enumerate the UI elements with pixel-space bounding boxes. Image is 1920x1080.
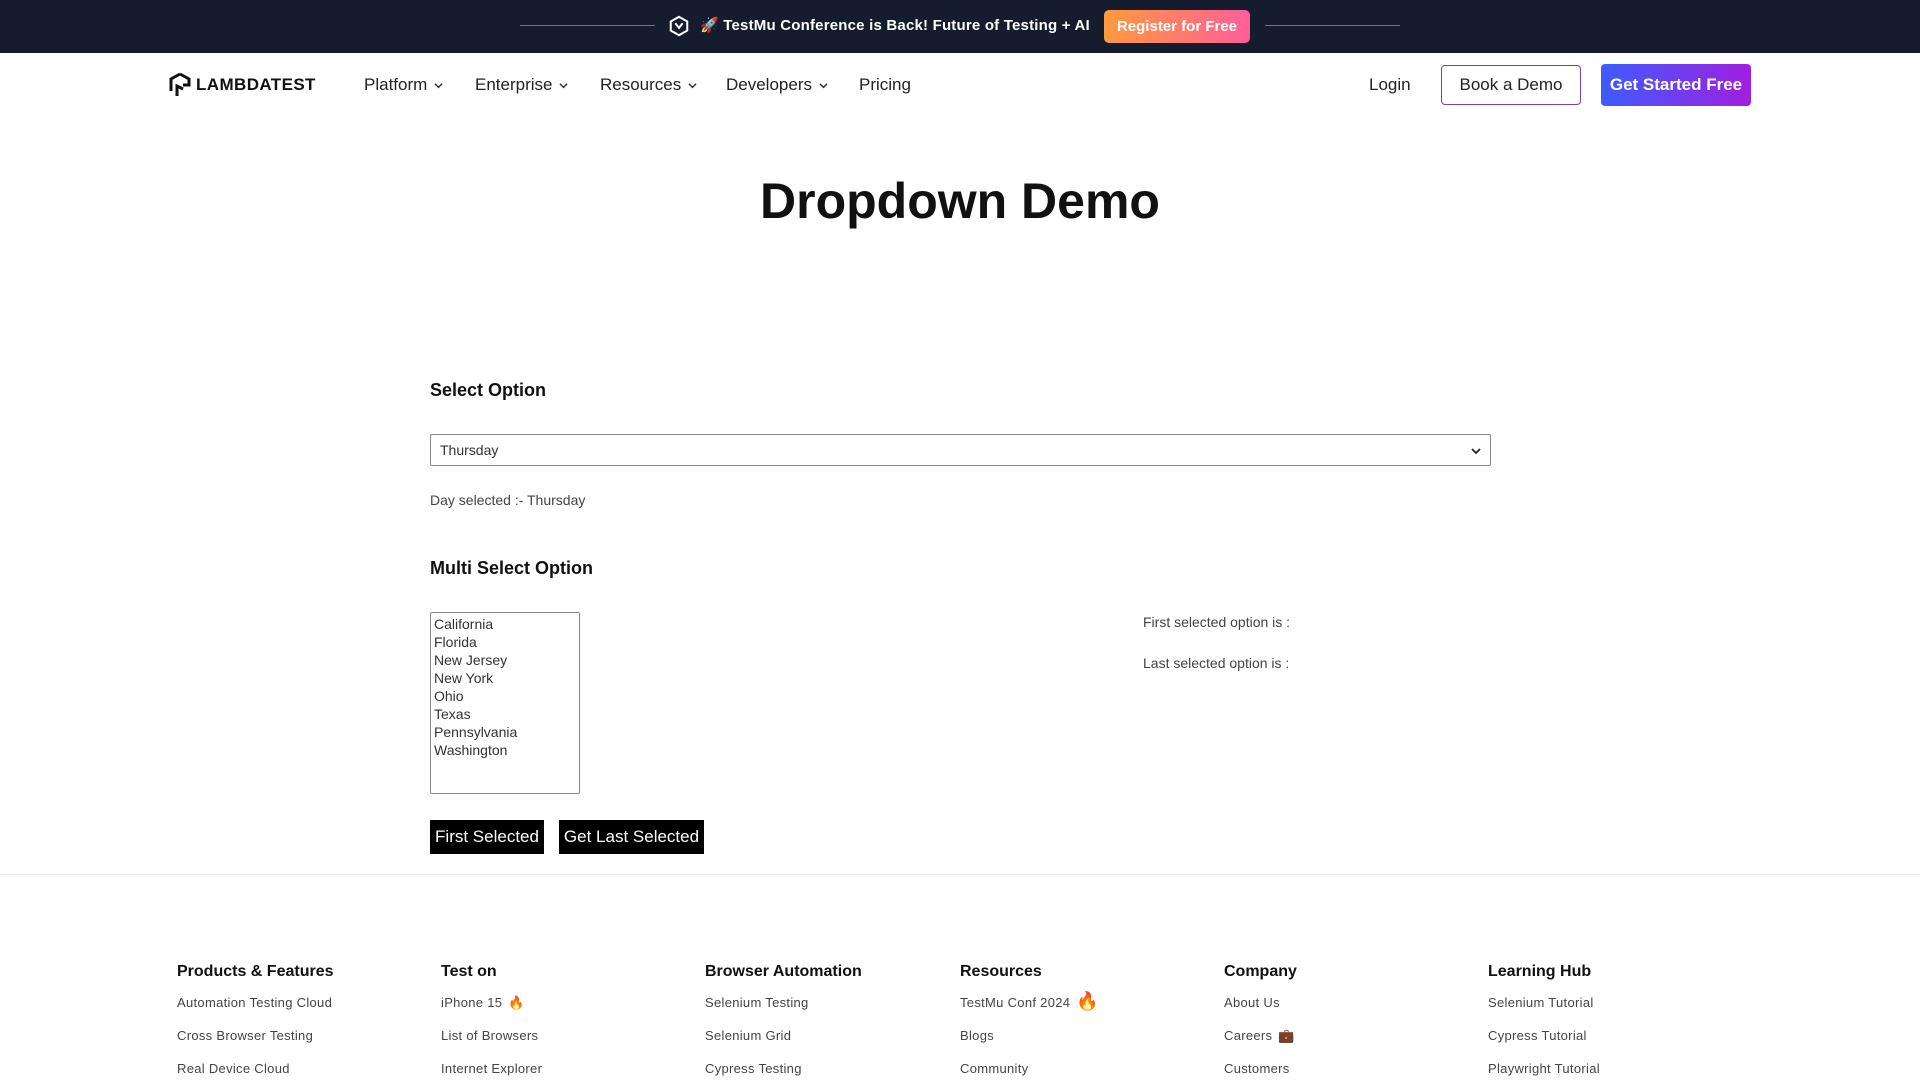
chevron-down-icon bbox=[1471, 448, 1481, 455]
list-option-new-york[interactable]: New York bbox=[431, 669, 579, 687]
lambdatest-logo-icon bbox=[669, 15, 689, 37]
top-navigation: LAMBDATEST Platform Enterprise Resources… bbox=[0, 53, 1920, 117]
states-multi-select[interactable]: California Florida New Jersey New York O… bbox=[430, 612, 580, 794]
chevron-down-icon bbox=[559, 82, 569, 88]
lambdatest-brand-icon bbox=[169, 72, 191, 96]
last-selected-text: Last selected option is : bbox=[1143, 655, 1290, 671]
list-option-texas[interactable]: Texas bbox=[431, 705, 579, 723]
footer-heading: Learning Hub bbox=[1488, 963, 1592, 980]
first-selected-text: First selected option is : bbox=[1143, 614, 1291, 630]
footer-column-learning-hub: Learning Hub Selenium Tutorial Cypress T… bbox=[1488, 963, 1600, 1080]
footer-link[interactable]: Blogs bbox=[960, 1028, 1099, 1061]
select-option-heading: Select Option bbox=[430, 380, 547, 400]
footer-heading: Resources bbox=[960, 963, 1042, 980]
nav-platform[interactable]: Platform bbox=[364, 75, 443, 95]
footer-link-careers[interactable]: Careers 💼 bbox=[1224, 1028, 1297, 1061]
footer-link[interactable]: Internet Explorer bbox=[441, 1061, 542, 1080]
list-option-washington[interactable]: Washington bbox=[431, 741, 579, 759]
footer-link[interactable]: Cypress Tutorial bbox=[1488, 1028, 1600, 1061]
list-option-california[interactable]: California bbox=[431, 615, 579, 633]
day-selected-text: Day selected :- Thursday bbox=[430, 492, 586, 508]
footer-column-test-on: Test on iPhone 15 🔥 List of Browsers Int… bbox=[441, 963, 542, 1080]
footer-heading: Browser Automation bbox=[705, 963, 862, 980]
list-option-new-jersey[interactable]: New Jersey bbox=[431, 651, 579, 669]
first-selected-button[interactable]: First Selected bbox=[430, 820, 544, 854]
list-option-ohio[interactable]: Ohio bbox=[431, 687, 579, 705]
footer-link[interactable]: Community bbox=[960, 1061, 1099, 1080]
footer-link-testmu[interactable]: TestMu Conf 2024 🔥 bbox=[960, 991, 1099, 1028]
day-select[interactable]: Thursday bbox=[430, 434, 1491, 466]
register-button[interactable]: Register for Free bbox=[1104, 10, 1250, 43]
chevron-down-icon bbox=[819, 82, 828, 88]
chevron-down-icon bbox=[434, 82, 443, 88]
footer-heading: Company bbox=[1224, 963, 1297, 980]
footer-link[interactable]: Real Device Cloud bbox=[177, 1061, 333, 1080]
get-started-button[interactable]: Get Started Free bbox=[1601, 64, 1751, 106]
day-select-value: Thursday bbox=[440, 442, 499, 458]
announcement-divider-right bbox=[1265, 25, 1400, 26]
announcement-bar: 🚀 TestMu Conference is Back! Future of T… bbox=[0, 0, 1920, 53]
brand-logo[interactable]: LAMBDATEST bbox=[168, 72, 316, 98]
book-demo-button[interactable]: Book a Demo bbox=[1441, 65, 1581, 105]
footer-link-label: TestMu Conf 2024 bbox=[960, 995, 1071, 1010]
footer-link-iphone[interactable]: iPhone 15 🔥 bbox=[441, 995, 542, 1028]
footer-link[interactable]: List of Browsers bbox=[441, 1028, 542, 1061]
page-title: Dropdown Demo bbox=[760, 173, 1160, 229]
nav-developers[interactable]: Developers bbox=[726, 75, 828, 95]
footer-link-label: iPhone 15 bbox=[441, 995, 503, 1010]
announcement-text: 🚀 TestMu Conference is Back! Future of T… bbox=[700, 17, 1090, 34]
fire-icon: 🔥 bbox=[1076, 991, 1100, 1011]
footer-link-label: Careers bbox=[1224, 1028, 1273, 1043]
list-option-pennsylvania[interactable]: Pennsylvania bbox=[431, 723, 579, 741]
nav-platform-label: Platform bbox=[364, 75, 428, 94]
list-option-florida[interactable]: Florida bbox=[431, 633, 579, 651]
footer-link[interactable]: Selenium Testing bbox=[705, 995, 862, 1028]
footer: Products & Features Automation Testing C… bbox=[0, 874, 1920, 1080]
fire-icon: 🔥 bbox=[508, 995, 525, 1010]
brand-name: LAMBDATEST bbox=[196, 75, 316, 94]
footer-link[interactable]: Customers bbox=[1224, 1061, 1297, 1080]
chevron-down-icon bbox=[688, 82, 697, 88]
footer-link[interactable]: Playwright Tutorial bbox=[1488, 1061, 1600, 1080]
nav-enterprise-label: Enterprise bbox=[475, 75, 553, 94]
footer-column-company: Company About Us Careers 💼 Customers bbox=[1224, 963, 1297, 1080]
get-last-selected-button[interactable]: Get Last Selected bbox=[559, 820, 704, 854]
nav-pricing-label: Pricing bbox=[859, 75, 911, 94]
nav-developers-label: Developers bbox=[726, 75, 812, 94]
footer-link[interactable]: Selenium Tutorial bbox=[1488, 995, 1600, 1028]
nav-resources-label: Resources bbox=[600, 75, 682, 94]
footer-column-products: Products & Features Automation Testing C… bbox=[177, 963, 333, 1080]
multi-select-heading: Multi Select Option bbox=[430, 558, 594, 578]
footer-column-resources: Resources TestMu Conf 2024 🔥 Blogs Commu… bbox=[960, 963, 1099, 1080]
briefcase-icon: 💼 bbox=[1278, 1028, 1295, 1043]
footer-link[interactable]: Cross Browser Testing bbox=[177, 1028, 333, 1061]
footer-link[interactable]: About Us bbox=[1224, 995, 1297, 1028]
nav-pricing[interactable]: Pricing bbox=[859, 75, 911, 95]
footer-link[interactable]: Automation Testing Cloud bbox=[177, 995, 333, 1028]
nav-resources[interactable]: Resources bbox=[600, 75, 697, 95]
footer-column-browser-automation: Browser Automation Selenium Testing Sele… bbox=[705, 963, 862, 1080]
footer-heading: Test on bbox=[441, 963, 497, 980]
announcement-divider-left bbox=[520, 25, 655, 26]
footer-link[interactable]: Selenium Grid bbox=[705, 1028, 862, 1061]
login-link[interactable]: Login bbox=[1369, 75, 1411, 95]
footer-heading: Products & Features bbox=[177, 963, 334, 980]
footer-link[interactable]: Cypress Testing bbox=[705, 1061, 862, 1080]
nav-enterprise[interactable]: Enterprise bbox=[475, 75, 569, 95]
